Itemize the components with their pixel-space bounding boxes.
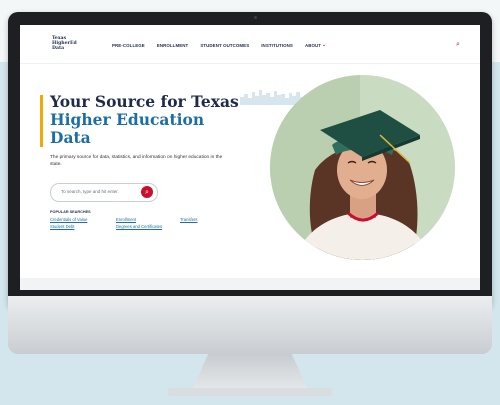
hero-description: The primary source for data, statistics,… [50,155,223,167]
popular-link-transfers[interactable]: Transfers [180,217,198,222]
popular-link-enrollment[interactable]: Enrollment [116,217,136,222]
headline-line-1: Your Source for Texas [50,92,239,111]
search-placeholder: To search, type and hit enter. [61,189,119,194]
camera-dot [254,16,257,19]
search-icon: ⌕ [145,188,149,196]
hero-headline: Your Source for Texas Higher Education D… [50,93,260,147]
top-navigation: Texas HigherEd Data PRE-COLLEGE ENROLLME… [20,25,480,64]
site-logo[interactable]: Texas HigherEd Data [52,36,88,54]
graduate-illustration [270,75,455,260]
logo-line-3: Data [52,46,65,51]
search-field[interactable]: To search, type and hit enter. ⌕ [50,183,158,202]
headline-line-3: Data [50,128,91,147]
headline-accent-bar [40,95,43,147]
popular-link-student-debt[interactable]: Student Debt [50,224,74,229]
search-icon[interactable]: ⌕ [456,40,464,48]
monitor-chin [8,296,492,354]
nav-menu: PRE-COLLEGE ENROLLMENT STUDENT OUTCOMES … [112,42,326,48]
nav-item-enrollment[interactable]: ENROLLMENT [157,42,189,48]
monitor-stand-base [168,388,332,396]
hero-graduate-photo [270,75,455,260]
nav-item-institutions[interactable]: INSTITUTIONS [261,42,293,48]
nav-item-about: ABOUT [304,42,322,48]
apple-logo-icon [250,310,274,334]
popular-searches-label: POPULAR SEARCHES [50,210,91,214]
popular-link-credentials[interactable]: Credentials of Value [50,217,87,222]
headline-line-2: Higher Education [50,110,205,129]
popular-link-degrees[interactable]: Degrees and Certificates [116,224,162,229]
nav-item-pre-college[interactable]: PRE-COLLEGE [112,42,145,48]
nav-item-student-outcomes[interactable]: STUDENT OUTCOMES [200,42,249,48]
website-screen: Texas HigherEd Data PRE-COLLEGE ENROLLME… [20,25,480,290]
monitor-stand [192,354,308,390]
chevron-down-icon: ⌄ [322,42,326,47]
page-footer-band [20,278,480,290]
search-submit-button[interactable]: ⌕ [141,186,153,198]
nav-item-about-group[interactable]: ABOUT ⌄ [305,42,326,48]
